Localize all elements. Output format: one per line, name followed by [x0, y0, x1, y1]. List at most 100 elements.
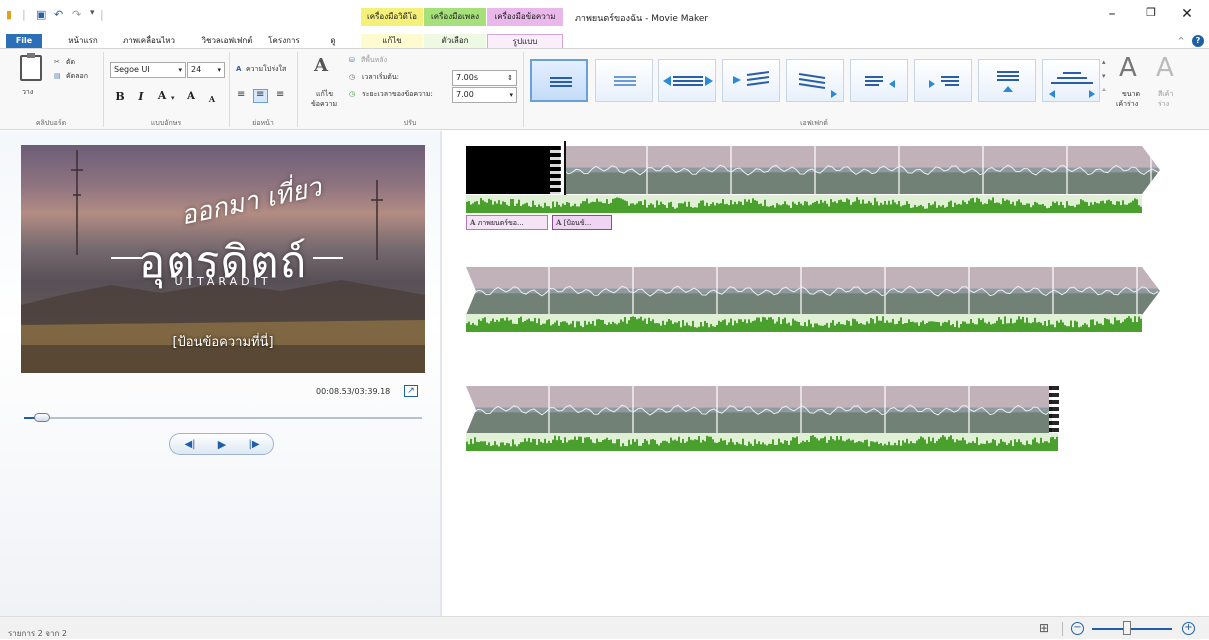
- transparency-icon[interactable]: A: [236, 64, 241, 74]
- paste-icon[interactable]: [20, 53, 42, 81]
- tab-edit[interactable]: แก้ไข: [361, 34, 423, 48]
- video-preview[interactable]: ออกมา เที่ยว อุตรดิตถ์ UTTARADIT [ป้อนข้…: [21, 145, 425, 373]
- edit-text-button-line2[interactable]: ข้อความ: [311, 99, 337, 109]
- filmstrip-end-marker: [1049, 386, 1059, 434]
- cut-button[interactable]: ตัด: [66, 57, 75, 67]
- fullscreen-icon[interactable]: ↗: [404, 385, 418, 397]
- spinner-icon[interactable]: ⇕: [507, 71, 513, 85]
- italic-button[interactable]: I: [134, 90, 148, 104]
- outline-color-icon[interactable]: A: [1156, 53, 1174, 83]
- qat-customize-icon[interactable]: ▾: [90, 8, 95, 22]
- start-time-value: 7.00s: [456, 73, 478, 82]
- start-time-input[interactable]: 7.00s ⇕: [452, 70, 517, 86]
- playhead[interactable]: [564, 141, 566, 199]
- effect-stretch[interactable]: [658, 59, 716, 102]
- outline-color-button-line2[interactable]: ร่าง: [1158, 99, 1169, 109]
- grow-font-button[interactable]: A: [184, 90, 198, 104]
- minimize-button[interactable]: –: [1097, 6, 1127, 28]
- chevron-down-icon[interactable]: ▾: [171, 93, 175, 103]
- collapse-ribbon-icon[interactable]: ^: [1175, 34, 1187, 48]
- save-icon[interactable]: ▣: [36, 8, 46, 22]
- cut-icon[interactable]: ✂: [54, 57, 60, 67]
- preview-caption[interactable]: [ป้อนข้อความที่นี่]: [121, 331, 325, 352]
- gallery-expand-icon[interactable]: ⩡: [1102, 85, 1106, 95]
- title-clip[interactable]: [466, 146, 560, 194]
- caption-chip-2[interactable]: A [ป้อนข้...: [552, 215, 612, 230]
- outline-color-button[interactable]: สีเค้า: [1158, 89, 1173, 99]
- font-group-label: แบบอักษร: [150, 119, 182, 127]
- transparency-button[interactable]: ความโปร่งใส: [246, 64, 286, 74]
- edit-text-button[interactable]: แก้ไข: [316, 89, 333, 99]
- status-separator: [1062, 622, 1063, 636]
- copy-icon[interactable]: ▤: [54, 71, 61, 81]
- bg-color-button[interactable]: สีพื้นหลัง: [361, 55, 387, 65]
- font-size-combo[interactable]: 24 ▾: [187, 62, 225, 78]
- audio-waveform-row3[interactable]: [466, 433, 1058, 451]
- duration-icon: ◷: [349, 90, 356, 98]
- zoom-in-icon[interactable]: +: [1182, 622, 1195, 635]
- edit-text-icon[interactable]: A: [314, 55, 336, 79]
- redo-icon[interactable]: ↷: [72, 8, 81, 22]
- tab-animations[interactable]: ภาพเคลื่อนไหว: [114, 34, 184, 48]
- tab-home[interactable]: หน้าแรก: [58, 34, 108, 48]
- duration-label: ระยะเวลาของข้อความ:: [362, 90, 433, 98]
- tab-file[interactable]: File: [6, 34, 42, 48]
- video-clip-row1[interactable]: [564, 146, 1160, 194]
- previous-frame-button[interactable]: ◀|: [178, 437, 202, 452]
- title-bar: ▮ | ▣ ↶ ↷ ▾ | เครื่องมือวิดีโอ เครื่องมื…: [0, 0, 1209, 34]
- zoom-thumb[interactable]: [1123, 621, 1131, 635]
- help-icon[interactable]: ?: [1192, 35, 1204, 47]
- font-family-combo[interactable]: Segoe UI ▾: [110, 62, 186, 78]
- align-left-icon[interactable]: ≡: [237, 90, 245, 100]
- seek-thumb[interactable]: [33, 413, 50, 422]
- font-color-button[interactable]: A: [155, 89, 169, 103]
- tab-visual-effects[interactable]: วิชวลเอฟเฟกต์: [196, 34, 258, 48]
- play-button[interactable]: ▶: [210, 437, 234, 452]
- align-right-icon[interactable]: ≡: [276, 90, 284, 100]
- tab-view[interactable]: ดู: [320, 34, 346, 48]
- context-group-text-tools: เครื่องมือข้อความ: [487, 8, 563, 26]
- zoom-out-icon[interactable]: −: [1071, 622, 1084, 635]
- title-dash-right: [313, 257, 343, 259]
- chevron-down-icon: ▾: [178, 66, 182, 74]
- effect-fly-left[interactable]: [850, 59, 908, 102]
- tab-format[interactable]: รูปแบบ: [487, 34, 563, 48]
- outline-size-icon[interactable]: A: [1119, 53, 1137, 83]
- zoom-slider[interactable]: [1092, 628, 1172, 630]
- effect-perspective[interactable]: [786, 59, 844, 102]
- audio-waveform-row1[interactable]: [466, 195, 1142, 213]
- tab-project[interactable]: โครงการ: [264, 34, 304, 48]
- context-group-video-tools: เครื่องมือวิดีโอ: [361, 8, 423, 26]
- gallery-scroll-down-icon[interactable]: ▾: [1102, 71, 1106, 81]
- audio-waveform-row2[interactable]: [466, 314, 1142, 332]
- video-clip-row2[interactable]: [466, 267, 1160, 315]
- close-button[interactable]: ✕: [1172, 6, 1202, 28]
- effect-fly-right[interactable]: [914, 59, 972, 102]
- align-center-icon[interactable]: ≡: [256, 90, 264, 100]
- video-clip-row3[interactable]: [466, 386, 1052, 434]
- restore-button[interactable]: ❐: [1136, 6, 1166, 28]
- seek-bar[interactable]: [24, 413, 422, 422]
- copy-button[interactable]: คัดลอก: [66, 71, 88, 81]
- start-time-label: เวลาเริ่มต้น:: [362, 73, 399, 81]
- outline-size-button-line2[interactable]: เค้าร่าง: [1116, 99, 1138, 109]
- bold-button[interactable]: B: [113, 90, 127, 104]
- next-frame-button[interactable]: |▶: [242, 437, 266, 452]
- shrink-font-button[interactable]: A: [205, 92, 219, 106]
- status-bar: รายการ 2 จาก 2 ⊞ − +: [0, 616, 1209, 639]
- paste-button-label[interactable]: วาง: [22, 87, 33, 97]
- effect-fade[interactable]: [595, 59, 653, 102]
- gallery-scroll-up-icon[interactable]: ▴: [1102, 57, 1106, 67]
- thumbnail-size-icon[interactable]: ⊞: [1039, 621, 1049, 635]
- tab-options[interactable]: ตัวเลือก: [424, 34, 486, 48]
- undo-icon[interactable]: ↶: [54, 8, 63, 22]
- adjust-group-label: ปรับ: [403, 119, 417, 127]
- caption-chip-1[interactable]: A ภาพยนตร์ขอ...: [466, 215, 548, 230]
- effect-fly-in[interactable]: [722, 59, 780, 102]
- duration-combo[interactable]: 7.00 ▾: [452, 87, 517, 103]
- effect-rise[interactable]: [978, 59, 1036, 102]
- bg-color-icon[interactable]: ⛁: [349, 55, 355, 65]
- effect-none[interactable]: [530, 59, 588, 102]
- outline-size-button[interactable]: ขนาด: [1122, 89, 1140, 99]
- effect-zoom-out[interactable]: [1042, 59, 1100, 102]
